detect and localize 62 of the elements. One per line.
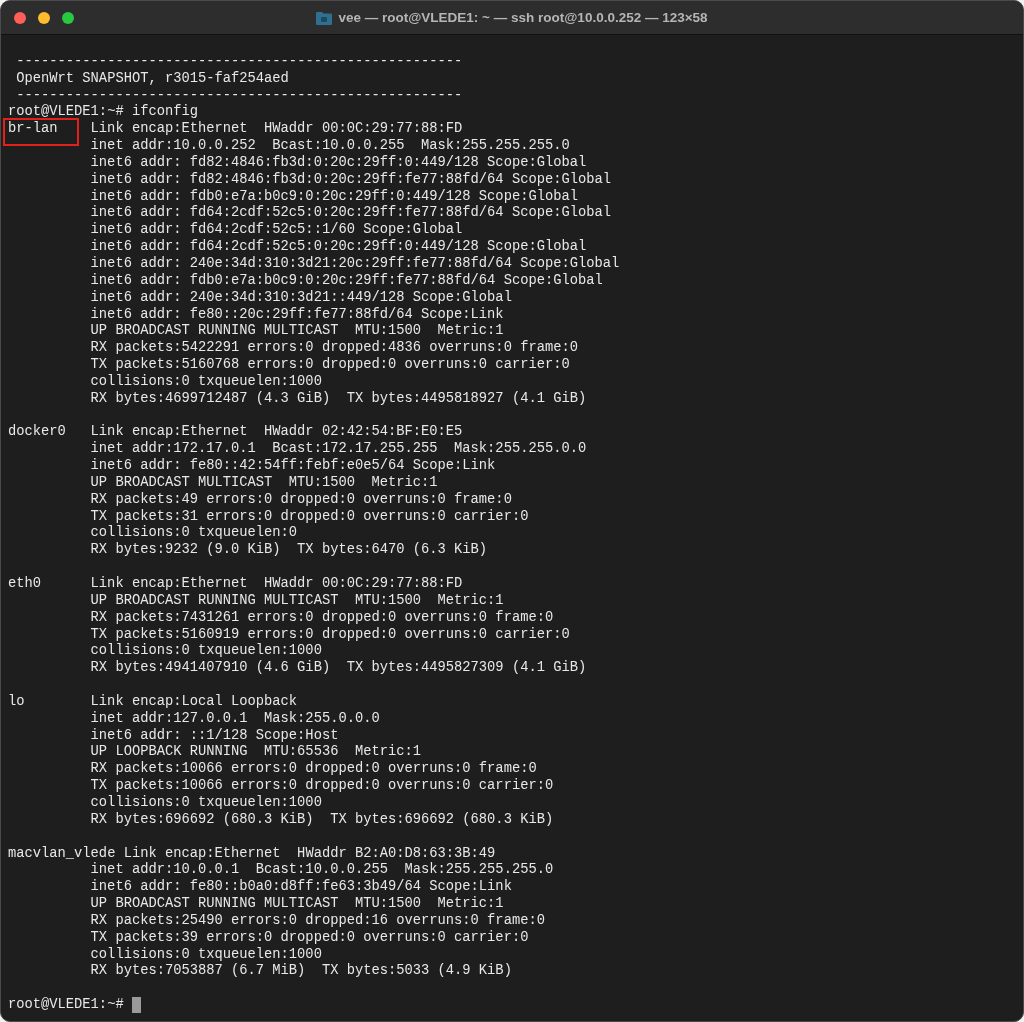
terminal-line: inet6 addr: fe80::20c:29ff:fe77:88fd/64 Scope:Link xyxy=(90,306,504,322)
terminal-line: inet6 addr: fe80::42:54ff:febf:e0e5/64 Scope:Link xyxy=(90,458,496,474)
command-line: root@VLEDE1:~# ifconfig xyxy=(8,104,198,120)
terminal-line: Link encap:Local Loopback xyxy=(90,693,298,709)
terminal-line: inet6 addr: fdb0:e7a:b0c9:0:20c:29ff:0:449/128 Scope:Global xyxy=(90,188,578,204)
terminal-line: inet addr:10.0.0.1 Bcast:10.0.0.255 Mask:255.255.255.0 xyxy=(90,862,554,878)
terminal-line: RX packets:5422291 errors:0 dropped:4836 overruns:0 frame:0 xyxy=(90,340,578,356)
terminal-line: RX bytes:9232 (9.0 KiB) TX bytes:6470 (6.3 KiB) xyxy=(90,542,488,558)
terminal-line: RX bytes:7053887 (6.7 MiB) TX bytes:5033 (4.9 KiB) xyxy=(90,963,512,979)
terminal-line: inet6 addr: fd64:2cdf:52c5:0:20c:29ff:0:449/128 Scope:Global xyxy=(90,239,587,255)
terminal-line: inet6 addr: fdb0:e7a:b0c9:0:20c:29ff:fe77:88fd/64 Scope:Global xyxy=(90,272,603,288)
terminal-line: Link encap:Ethernet HWaddr 02:42:54:BF:E0:E5 xyxy=(90,424,463,440)
terminal-line: inet6 addr: fd64:2cdf:52c5::1/60 Scope:Global xyxy=(90,222,463,238)
terminal-line: inet6 addr: fd64:2cdf:52c5:0:20c:29ff:fe77:88fd/64 Scope:Global xyxy=(90,205,612,221)
terminal-line: UP BROADCAST RUNNING MULTICAST MTU:1500 Metric:1 xyxy=(90,323,504,339)
interface-name: macvlan_vlede xyxy=(8,845,117,862)
terminal-line: RX packets:7431261 errors:0 dropped:0 overruns:0 frame:0 xyxy=(90,609,554,625)
terminal-line: inet addr:172.17.0.1 Bcast:172.17.255.255 Mask:255.255.0.0 xyxy=(90,441,587,457)
terminal-line: TX packets:39 errors:0 dropped:0 overruns:0 carrier:0 xyxy=(90,929,529,945)
terminal-line: UP LOOPBACK RUNNING MTU:65536 Metric:1 xyxy=(90,744,422,760)
terminal-line: UP BROADCAST RUNNING MULTICAST MTU:1500 Metric:1 xyxy=(90,896,504,912)
terminal-line: UP BROADCAST RUNNING MULTICAST MTU:1500 Metric:1 xyxy=(90,592,504,608)
close-button[interactable] xyxy=(14,11,26,24)
terminal-line: inet6 addr: ::1/128 Scope:Host xyxy=(90,727,339,743)
terminal-line: RX bytes:4699712487 (4.3 GiB) TX bytes:4495818927 (4.1 GiB) xyxy=(90,390,587,406)
minimize-button[interactable] xyxy=(38,11,50,24)
terminal-line: TX packets:10066 errors:0 dropped:0 overruns:0 carrier:0 xyxy=(90,778,554,794)
terminal-line: collisions:0 txqueuelen:1000 xyxy=(90,794,322,810)
terminal-line: RX packets:25490 errors:0 dropped:16 overruns:0 frame:0 xyxy=(90,912,545,928)
terminal-line: inet6 addr: fd82:4846:fb3d:0:20c:29ff:fe77:88fd/64 Scope:Global xyxy=(90,171,612,187)
terminal-line: inet addr:10.0.0.252 Bcast:10.0.0.255 Mask:255.255.255.0 xyxy=(90,138,570,154)
terminal-line: Link encap:Ethernet HWaddr 00:0C:29:77:88:FD xyxy=(90,576,463,591)
terminal-line: inet6 addr: 240e:34d:310:3d21:20c:29ff:fe77:88fd/64 Scope:Global xyxy=(90,255,620,271)
banner-text: ------------------------------------------------------ xyxy=(15,87,463,103)
banner-text: ------------------------------------------------------ xyxy=(15,53,463,69)
shell-prompt: root@VLEDE1:~# xyxy=(8,997,124,1013)
terminal-line: collisions:0 txqueuelen:1000 xyxy=(90,643,322,659)
terminal-line: RX bytes:4941407910 (4.6 GiB) TX bytes:4495827309 (4.1 GiB) xyxy=(90,660,587,676)
zoom-button[interactable] xyxy=(62,11,74,24)
interface-name: docker0 xyxy=(8,424,67,442)
banner-text: OpenWrt SNAPSHOT, r3015-faf254aed xyxy=(15,70,289,86)
interface-name: lo xyxy=(8,693,26,711)
interface-name: br-lan xyxy=(8,121,91,139)
window-title: vee — root@VLEDE1: ~ — ssh root@10.0.0.252 — 123×58 xyxy=(338,10,708,25)
folder-icon xyxy=(316,10,333,25)
terminal-line: RX packets:49 errors:0 dropped:0 overruns:0 frame:0 xyxy=(90,491,512,507)
terminal-line: inet6 addr: 240e:34d:310:3d21::449/128 Scope:Global xyxy=(90,289,512,305)
terminal-line: inet6 addr: fd82:4846:fb3d:0:20c:29ff:0:449/128 Scope:Global xyxy=(90,154,587,170)
terminal-line: collisions:0 txqueuelen:0 xyxy=(90,525,298,541)
terminal-line: collisions:0 txqueuelen:1000 xyxy=(90,946,322,962)
terminal-line: RX packets:10066 errors:0 dropped:0 overruns:0 frame:0 xyxy=(90,761,537,777)
terminal-line: inet addr:127.0.0.1 Mask:255.0.0.0 xyxy=(90,710,380,726)
terminal-line: TX packets:5160919 errors:0 dropped:0 overruns:0 carrier:0 xyxy=(90,626,570,642)
terminal-line: TX packets:5160768 errors:0 dropped:0 overruns:0 carrier:0 xyxy=(90,357,570,373)
terminal-line: TX packets:31 errors:0 dropped:0 overruns:0 carrier:0 xyxy=(90,508,529,524)
terminal-line: collisions:0 txqueuelen:1000 xyxy=(90,373,322,389)
terminal-line: inet6 addr: fe80::b0a0:d8ff:fe63:3b49/64 Scope:Link xyxy=(90,879,512,895)
terminal-line: RX bytes:696692 (680.3 KiB) TX bytes:696692 (680.3 KiB) xyxy=(90,811,554,827)
interface-name: eth0 xyxy=(8,576,43,593)
terminal-line: Link encap:Ethernet HWaddr B2:A0:D8:63:3B:49 xyxy=(123,845,496,861)
terminal-line: UP BROADCAST MULTICAST MTU:1500 Metric:1 xyxy=(90,474,438,490)
terminal-line: Link encap:Ethernet HWaddr 00:0C:29:77:88:FD xyxy=(90,121,463,137)
